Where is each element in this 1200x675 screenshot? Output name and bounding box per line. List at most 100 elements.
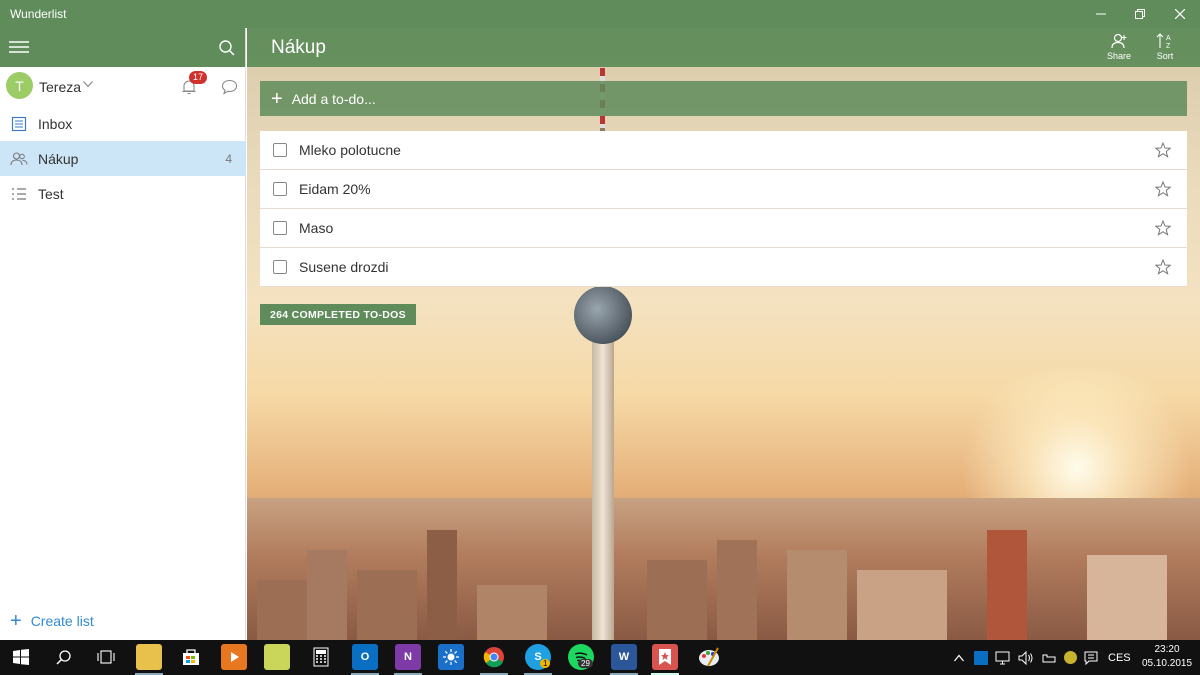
sidebar-item-label: Nákup xyxy=(38,150,79,167)
system-tray: CES xyxy=(954,640,1131,675)
todo-label: Susene drozdi xyxy=(299,259,389,275)
sidebar: T Tereza 17 Inbox Nákup 4 Test + Create xyxy=(0,28,246,640)
word-icon[interactable]: W xyxy=(611,644,637,670)
sidebar-header xyxy=(0,28,245,67)
taskbar: O N S 1 29 W CES 23:20 05.10.2015 xyxy=(0,640,1200,675)
volume-icon[interactable] xyxy=(1018,650,1034,665)
action-center-icon[interactable] xyxy=(1084,651,1098,665)
chevron-down-icon xyxy=(83,81,93,88)
onenote-icon[interactable]: N xyxy=(395,644,421,670)
sidebar-item-label: Inbox xyxy=(38,115,73,132)
task-view-button[interactable] xyxy=(93,644,119,670)
todo-checkbox[interactable] xyxy=(273,182,287,196)
list-title: Nákup xyxy=(271,37,326,58)
close-icon xyxy=(1175,9,1185,19)
background-tower-sphere xyxy=(574,286,632,344)
media-player-icon[interactable] xyxy=(221,644,247,670)
background-city xyxy=(247,498,1200,640)
search-icon xyxy=(219,40,235,56)
skype-badge: 1 xyxy=(540,659,551,668)
chrome-icon[interactable] xyxy=(481,644,507,670)
plus-icon: + xyxy=(271,87,283,110)
file-explorer-icon[interactable] xyxy=(136,644,162,670)
mail-icon[interactable] xyxy=(264,644,290,670)
windows-logo-icon xyxy=(13,649,29,665)
star-icon[interactable] xyxy=(1155,259,1171,275)
create-list-label: Create list xyxy=(30,613,94,629)
todo-list: Mleko polotucne Eidam 20% Maso Susene dr… xyxy=(260,131,1187,287)
star-icon[interactable] xyxy=(1155,220,1171,236)
todo-item[interactable]: Mleko polotucne xyxy=(260,131,1187,170)
user-name: Tereza xyxy=(39,79,82,95)
todo-label: Mleko polotucne xyxy=(299,142,401,158)
add-todo-input[interactable]: + Add a to-do... xyxy=(260,81,1187,116)
weather-icon[interactable] xyxy=(438,644,464,670)
list-icon xyxy=(12,187,26,200)
network-icon[interactable] xyxy=(995,651,1011,665)
hamburger-icon xyxy=(9,41,29,53)
sort-icon: AZ xyxy=(1156,33,1171,50)
conversations-button[interactable] xyxy=(221,79,238,95)
start-button[interactable] xyxy=(8,644,34,670)
search-button[interactable] xyxy=(218,39,236,57)
list-header: Nákup Share AZ Sort xyxy=(247,28,1200,67)
search-button[interactable] xyxy=(51,644,77,670)
svg-text:A: A xyxy=(1166,35,1171,42)
share-label: Share xyxy=(1106,51,1132,61)
chevron-up-icon[interactable] xyxy=(954,654,964,662)
sidebar-item-inbox[interactable]: Inbox xyxy=(0,106,246,141)
norton-tray-icon[interactable] xyxy=(1064,651,1077,664)
todo-checkbox[interactable] xyxy=(273,221,287,235)
share-person-icon xyxy=(1111,33,1127,49)
sort-label: Sort xyxy=(1156,51,1174,61)
sidebar-item-label: Test xyxy=(38,185,64,202)
sidebar-item-test[interactable]: Test xyxy=(0,176,246,211)
inbox-icon xyxy=(11,116,27,131)
star-icon[interactable] xyxy=(1155,142,1171,158)
minimize-button[interactable] xyxy=(1083,0,1119,28)
main-panel: Nákup Share AZ Sort + Add a to-do... Mle… xyxy=(247,28,1200,640)
outlook-tray-icon[interactable] xyxy=(974,650,988,665)
search-icon xyxy=(56,650,71,665)
language-indicator[interactable]: CES xyxy=(1108,652,1131,664)
comment-bubble-icon xyxy=(221,79,238,95)
minimize-icon xyxy=(1096,13,1106,15)
window-title: Wunderlist xyxy=(10,7,67,21)
todo-item[interactable]: Eidam 20% xyxy=(260,170,1187,209)
svg-text:Z: Z xyxy=(1166,43,1171,50)
close-button[interactable] xyxy=(1162,0,1198,28)
restore-icon xyxy=(1135,9,1145,19)
background-tower xyxy=(592,328,614,640)
paint-icon[interactable] xyxy=(696,644,722,670)
battery-icon[interactable] xyxy=(1041,651,1057,665)
todo-item[interactable]: Susene drozdi xyxy=(260,248,1187,287)
wunderlist-icon[interactable] xyxy=(652,644,678,670)
star-icon[interactable] xyxy=(1155,181,1171,197)
clock[interactable]: 23:20 05.10.2015 xyxy=(1140,643,1194,671)
sidebar-item-count: 4 xyxy=(225,151,232,166)
todo-checkbox[interactable] xyxy=(273,260,287,274)
outlook-icon[interactable]: O xyxy=(352,644,378,670)
add-todo-placeholder: Add a to-do... xyxy=(291,90,376,107)
sidebar-item-nakup[interactable]: Nákup 4 xyxy=(0,141,246,176)
user-row[interactable]: T Tereza 17 xyxy=(0,67,245,105)
todo-item[interactable]: Maso xyxy=(260,209,1187,248)
plus-icon: + xyxy=(10,610,22,632)
restore-button[interactable] xyxy=(1122,0,1158,28)
clock-time: 23:20 xyxy=(1154,644,1180,655)
store-icon[interactable] xyxy=(178,644,204,670)
notification-count-badge: 17 xyxy=(189,71,208,84)
spotify-badge: 29 xyxy=(578,659,593,668)
task-view-icon xyxy=(97,650,115,664)
create-list-button[interactable]: + Create list xyxy=(10,610,94,632)
todo-label: Eidam 20% xyxy=(299,181,371,197)
hamburger-menu-button[interactable] xyxy=(9,39,29,55)
sort-button[interactable]: AZ Sort xyxy=(1145,32,1185,61)
todo-checkbox[interactable] xyxy=(273,143,287,157)
share-button[interactable]: Share xyxy=(1099,32,1139,61)
calculator-icon[interactable] xyxy=(308,644,334,670)
show-completed-button[interactable]: 264 COMPLETED TO-DOS xyxy=(260,304,416,325)
todo-label: Maso xyxy=(299,220,334,236)
clock-date: 05.10.2015 xyxy=(1141,658,1193,669)
title-bar: Wunderlist xyxy=(0,0,1200,28)
